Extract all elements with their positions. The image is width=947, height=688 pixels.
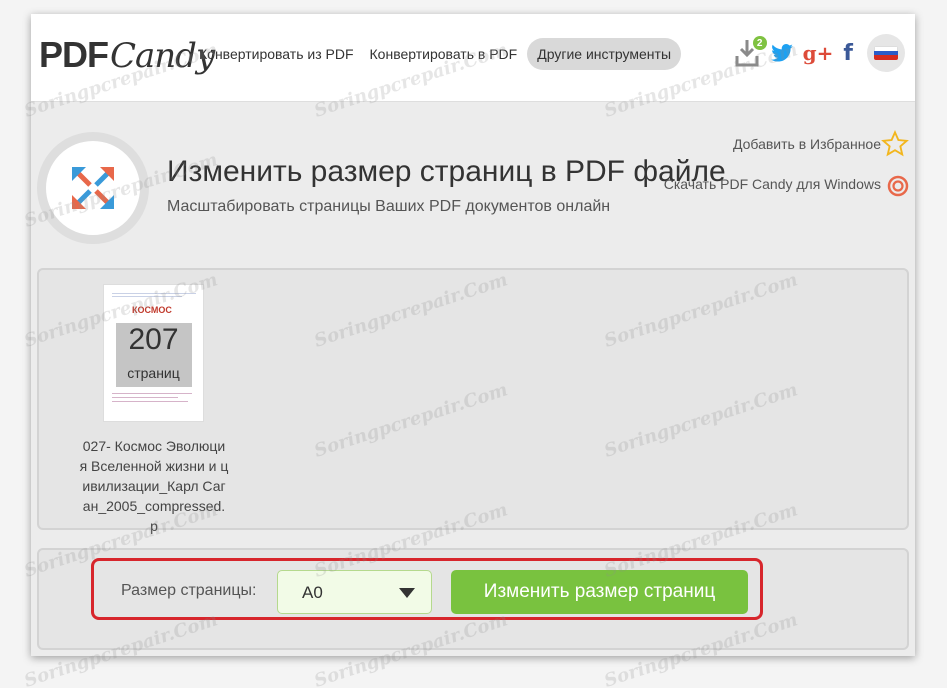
language-selector[interactable]: [867, 34, 905, 72]
twitter-icon: [770, 44, 793, 62]
download-windows-link[interactable]: Скачать PDF Candy для Windows: [664, 176, 881, 192]
nav-other-tools[interactable]: Другие инструменты: [527, 38, 681, 70]
candy-swirl-icon[interactable]: [887, 175, 909, 197]
nav-convert-from-pdf[interactable]: Конвертировать из PDF: [191, 38, 362, 70]
download-count-badge: 2: [752, 36, 767, 50]
file-list-panel: КОСМОС 207 страниц 027- Космос Эволюция …: [37, 268, 909, 534]
file-name: 027- Космос Эволюция Вселенной жизни и ц…: [79, 438, 229, 534]
page-size-label: Размер страницы:: [121, 582, 257, 599]
twitter-button[interactable]: [770, 44, 793, 62]
pdf-thumbnail[interactable]: КОСМОС 207 страниц: [103, 284, 204, 422]
page-size-select[interactable]: A0: [277, 570, 432, 614]
chevron-down-icon: [399, 588, 415, 598]
header-icons: 2 g+ f: [723, 34, 905, 72]
main-nav: Конвертировать из PDF Конвертировать в P…: [191, 38, 681, 70]
russian-flag-icon: [874, 46, 898, 60]
resize-tool-icon-circle: [37, 132, 149, 244]
header: PDF Candy Конвертировать из PDF Конверти…: [31, 14, 915, 102]
logo-pdf-text: PDF: [39, 34, 109, 75]
pdfcandy-logo[interactable]: PDF Candy: [39, 34, 215, 78]
nav-convert-to-pdf[interactable]: Конвертировать в PDF: [362, 38, 526, 70]
gplus-button[interactable]: g+: [803, 41, 834, 65]
resize-pages-button[interactable]: Изменить размер страниц: [451, 570, 748, 614]
pages-label: страниц: [127, 365, 180, 381]
add-to-favorites-link[interactable]: Добавить в Избранное: [733, 136, 881, 152]
page-title: Изменить размер страниц в PDF файле: [167, 155, 726, 188]
thumb-cover-title: КОСМОС: [132, 305, 172, 315]
download-app-button[interactable]: 2: [733, 36, 767, 70]
page-size-value: A0: [302, 583, 323, 602]
resize-arrows-icon: [72, 167, 114, 209]
facebook-button[interactable]: f: [843, 41, 853, 66]
star-icon[interactable]: [881, 130, 909, 158]
page-count: 207: [128, 323, 179, 356]
page-subtitle: Масштабировать страницы Ваших PDF докуме…: [167, 198, 611, 215]
